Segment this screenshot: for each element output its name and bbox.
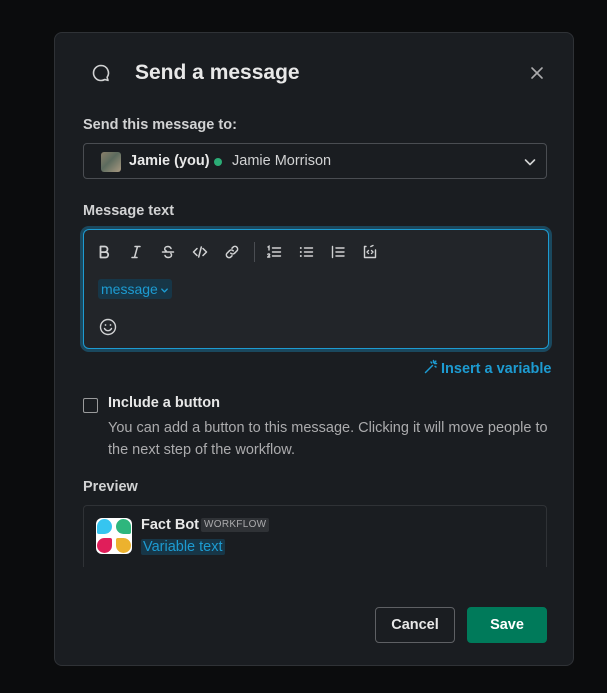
bold-icon [99,245,110,259]
toolbar-divider [254,242,255,262]
italic-icon [131,245,141,259]
ordered-list-icon [267,244,282,258]
include-button-label: Include a button [108,395,220,411]
link-button[interactable] [222,242,242,262]
preview-variable-text: Variable text [141,539,225,555]
code-icon [192,246,208,258]
ordered-list-button[interactable] [264,242,284,262]
send-message-dialog: Send a message Send this message to: Jam… [54,32,574,666]
close-icon[interactable] [527,63,547,83]
preview-label: Preview [83,479,138,495]
message-text-label: Message text [83,203,175,219]
recipient-name: Jamie Morrison [232,153,332,169]
recipient-you-label: Jamie (you) [129,153,210,169]
include-button-checkbox[interactable] [83,398,98,413]
cancel-button[interactable]: Cancel [375,607,455,643]
emoji-icon[interactable] [98,317,118,337]
avatar [101,152,121,172]
presence-dot [214,158,222,166]
include-button-description: You can add a button to this message. Cl… [108,420,548,458]
dialog-title: Send a message [135,61,300,84]
save-button[interactable]: Save [467,607,547,643]
token-label: message [101,281,158,297]
link-icon [225,245,239,259]
recipient-label: Send this message to: [83,117,237,133]
speech-bubble-icon [92,64,110,82]
message-variable-token[interactable]: message [98,279,172,299]
insert-variable-label: Insert a variable [441,361,552,377]
bold-button[interactable] [94,242,114,262]
magic-wand-icon [424,359,438,374]
message-editor[interactable]: message [83,229,549,349]
bot-name: Fact Bot [141,517,199,533]
blockquote-icon [331,245,345,259]
workflow-badge: WORKFLOW [201,518,270,532]
italic-button[interactable] [126,242,146,262]
code-block-icon [363,244,377,259]
strikethrough-icon [161,245,175,259]
code-block-button[interactable] [360,242,380,262]
bot-avatar-icon [96,518,132,554]
bulleted-list-button[interactable] [296,242,316,262]
strikethrough-button[interactable] [158,242,178,262]
recipient-select[interactable]: Jamie (you) Jamie Morrison [83,143,547,179]
chevron-down-icon [524,159,536,166]
insert-variable-link[interactable]: Insert a variable [423,359,551,377]
chevron-down-icon [160,288,168,293]
code-button[interactable] [190,242,210,262]
message-preview: Fact Bot WORKFLOW Variable text [83,505,547,567]
blockquote-button[interactable] [328,242,348,262]
bulleted-list-icon [299,247,314,257]
